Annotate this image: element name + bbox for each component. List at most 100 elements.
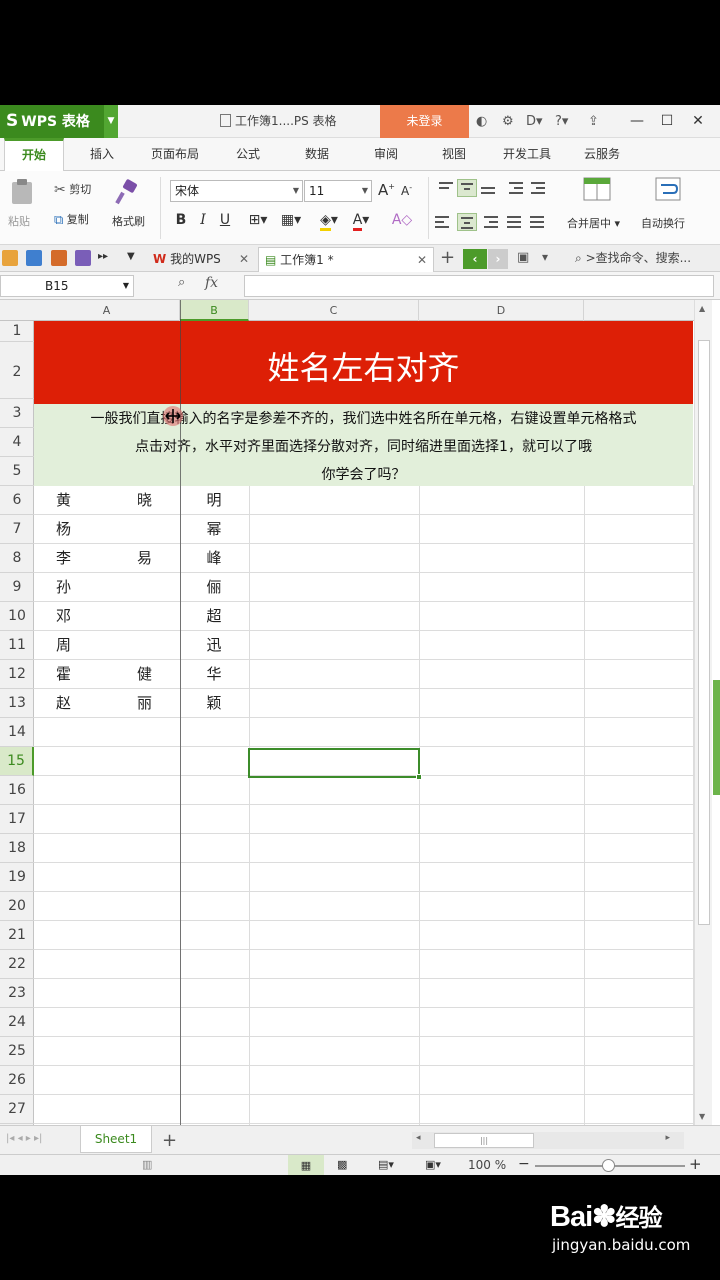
vertical-scroll-thumb[interactable] <box>698 340 710 925</box>
tab-view[interactable]: 视图 <box>426 138 482 171</box>
column-header-d[interactable]: D <box>419 300 584 321</box>
row-header-26[interactable]: 26 <box>0 1066 34 1095</box>
row-header-2[interactable]: 2 <box>0 342 34 399</box>
tab-data[interactable]: 数据 <box>289 138 345 171</box>
row-header-8[interactable]: 8 <box>0 544 34 573</box>
macro-icon[interactable]: ▥ <box>142 1158 152 1171</box>
align-top-button[interactable] <box>436 179 456 197</box>
name-cell-a[interactable]: 霍健 <box>34 660 180 689</box>
wrap-text-button[interactable] <box>655 177 681 204</box>
cut-button[interactable]: ✂ 剪切 <box>54 181 91 198</box>
sheet-nav-icon[interactable]: |◂ ◂ ▸ ▸| <box>6 1133 42 1144</box>
zoom-slider-handle[interactable] <box>602 1159 615 1172</box>
paste-button[interactable] <box>8 179 36 205</box>
row-header-1[interactable]: 1 <box>0 321 34 342</box>
sheet-tab-sheet1[interactable]: Sheet1 <box>80 1126 152 1153</box>
row-header-11[interactable]: 11 <box>0 631 34 660</box>
window-list-icon[interactable]: ▣ <box>517 250 529 265</box>
print-icon[interactable] <box>75 250 91 266</box>
add-sheet-button[interactable]: + <box>162 1126 177 1155</box>
scroll-up-icon[interactable]: ▲ <box>699 304 705 313</box>
row-header-13[interactable]: 13 <box>0 689 34 718</box>
indent-decrease-button[interactable] <box>506 179 526 197</box>
name-cell-b[interactable]: 幂 <box>180 515 248 544</box>
tab-cloud[interactable]: 云服务 <box>572 138 632 171</box>
merged-description-cell[interactable]: 一般我们直接输入的名字是参差不齐的，我们选中姓名所在单元格，右键设置单元格格式 … <box>34 404 693 486</box>
scroll-down-icon[interactable]: ▼ <box>699 1112 705 1121</box>
grow-font-icon[interactable]: A+ <box>378 181 395 199</box>
close-icon[interactable]: ✕ <box>239 247 249 272</box>
chevron-right-icon[interactable]: › <box>488 249 508 269</box>
tab-developer[interactable]: 开发工具 <box>492 138 562 171</box>
align-left-button[interactable] <box>432 213 452 231</box>
more-icon[interactable]: ▸▸ <box>98 251 108 262</box>
help-icon[interactable]: ?▾ <box>555 105 568 138</box>
row-header-16[interactable]: 16 <box>0 776 34 805</box>
column-header-c[interactable]: C <box>249 300 419 321</box>
zoom-out-icon[interactable]: − <box>518 1156 530 1172</box>
page-layout-view-button[interactable]: ▤▾ <box>378 1158 394 1171</box>
insert-function-button[interactable]: fx <box>205 275 218 291</box>
row-header-21[interactable]: 21 <box>0 921 34 950</box>
row-header-15[interactable]: 15 <box>0 747 34 776</box>
align-right-button[interactable] <box>481 213 501 231</box>
row-header-9[interactable]: 9 <box>0 573 34 602</box>
name-cell-a[interactable]: 赵丽 <box>34 689 180 718</box>
row-header-19[interactable]: 19 <box>0 863 34 892</box>
share-icon[interactable]: D▾ <box>526 105 543 138</box>
maximize-icon[interactable]: ☐ <box>655 105 679 138</box>
minimize-icon[interactable]: — <box>625 105 649 138</box>
row-header-4[interactable]: 4 <box>0 428 34 457</box>
normal-view-button[interactable]: ▦ <box>288 1155 324 1175</box>
name-cell-b[interactable]: 峰 <box>180 544 248 573</box>
name-cell-b[interactable]: 华 <box>180 660 248 689</box>
shrink-font-icon[interactable]: A- <box>401 183 412 198</box>
zoom-in-icon[interactable]: + <box>689 1155 702 1173</box>
align-middle-button[interactable] <box>457 179 477 197</box>
name-cell-b[interactable]: 迅 <box>180 631 248 660</box>
font-name-select[interactable]: 宋体 ▼ <box>170 180 303 202</box>
name-cell-a[interactable]: 孙 <box>34 573 180 602</box>
close-icon[interactable]: ✕ <box>686 105 710 138</box>
side-panel-toggle[interactable] <box>713 680 720 795</box>
row-header-7[interactable]: 7 <box>0 515 34 544</box>
tab-formula[interactable]: 公式 <box>220 138 276 171</box>
row-header-20[interactable]: 20 <box>0 892 34 921</box>
fill-handle[interactable] <box>416 774 422 780</box>
underline-button[interactable]: U <box>215 209 235 231</box>
border-button[interactable]: ⊞▾ <box>243 209 273 231</box>
tab-workbook[interactable]: ▤ 工作簿1 * ✕ <box>258 247 434 272</box>
export-pdf-icon[interactable] <box>51 250 67 266</box>
align-bottom-button[interactable] <box>478 179 498 197</box>
name-cell-a[interactable]: 周 <box>34 631 180 660</box>
scroll-right-icon[interactable]: ▸ <box>665 1133 670 1143</box>
column-header-a[interactable]: A <box>34 300 180 321</box>
selected-cell-b15[interactable] <box>248 748 422 780</box>
fill-color-button[interactable]: ◈▾ <box>314 209 344 231</box>
name-cell-b[interactable]: 俪 <box>180 573 248 602</box>
cells-area[interactable]: 黄晓明杨幂李易峰孙俪邓超周迅霍健华赵丽颖姓名左右对齐 一般我们直接输入的名字是参… <box>34 321 694 1125</box>
name-cell-b[interactable]: 颖 <box>180 689 248 718</box>
horizontal-scrollbar[interactable]: ◂ ||| ▸ <box>412 1132 684 1149</box>
name-cell-a[interactable]: 杨 <box>34 515 180 544</box>
skin-icon[interactable]: ◐ <box>476 105 487 138</box>
row-header-6[interactable]: 6 <box>0 486 34 515</box>
zoom-search-icon[interactable]: ⌕ <box>178 275 185 290</box>
copy-button[interactable]: ⧉ 复制 <box>54 211 89 228</box>
row-header-5[interactable]: 5 <box>0 457 34 486</box>
bold-button[interactable]: B <box>171 209 191 231</box>
close-icon[interactable]: ✕ <box>417 248 427 273</box>
app-menu-button[interactable]: S WPS 表格 ▼ <box>0 105 118 138</box>
new-tab-button[interactable]: + <box>440 247 455 268</box>
formula-input[interactable] <box>244 275 714 297</box>
row-header-23[interactable]: 23 <box>0 979 34 1008</box>
merged-title-cell[interactable]: 姓名左右对齐 <box>34 321 693 404</box>
chevron-left-icon[interactable]: ‹ <box>463 249 487 269</box>
open-folder-icon[interactable] <box>2 250 18 266</box>
name-cell-a[interactable]: 邓 <box>34 602 180 631</box>
merge-center-label[interactable]: 合并居中 ▾ <box>567 215 620 231</box>
login-button[interactable]: 未登录 <box>380 105 469 138</box>
name-cell-b[interactable]: 超 <box>180 602 248 631</box>
column-header-b[interactable]: B <box>180 300 249 321</box>
row-header-18[interactable]: 18 <box>0 834 34 863</box>
